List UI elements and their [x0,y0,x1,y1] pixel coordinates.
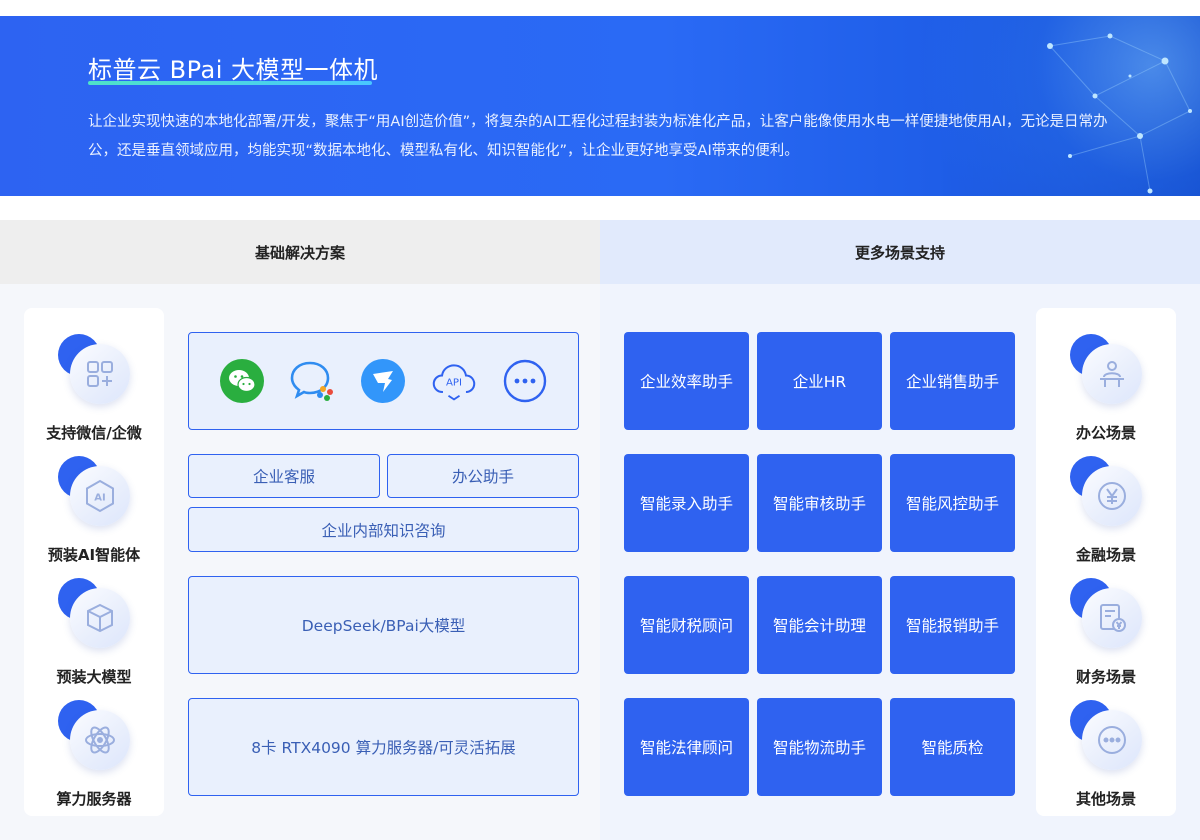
network-decoration [1047,33,1192,194]
scenario-tile[interactable]: 智能物流助手 [757,698,882,796]
feature-label: 预装大模型 [56,668,132,686]
cube-icon [70,588,130,648]
scenario-tile[interactable]: 智能财税顾问 [624,576,749,674]
scene-office: 办公场景 [1036,322,1176,442]
apps-icon [70,344,130,404]
office-assistant-box[interactable]: 办公助手 [387,454,579,498]
scene-label: 办公场景 [1075,424,1136,442]
hero-banner: 标普云 BPai 大模型一体机 让企业实现快速的本地化部署/开发，聚焦于“用AI… [0,16,1200,196]
scenario-tile[interactable]: 智能质检 [890,698,1015,796]
scene-label: 财务场景 [1075,668,1136,686]
scenario-tile[interactable]: 智能法律顾问 [624,698,749,796]
scenario-tile[interactable]: 智能审核助手 [757,454,882,552]
feature-compute-server: 算力服务器 [24,688,164,808]
feature-preinstalled-model: 预装大模型 [24,566,164,686]
scene-label: 其他场景 [1075,790,1136,808]
wecom-icon[interactable] [290,358,336,404]
dingtalk-icon[interactable] [360,358,406,404]
feature-label: 算力服务器 [56,790,132,808]
scenario-tile[interactable]: 智能风控助手 [890,454,1015,552]
scene-label: 金融场景 [1075,546,1136,564]
customer-service-box[interactable]: 企业客服 [188,454,380,498]
compute-server-box[interactable]: 8卡 RTX4090 算力服务器/可灵活拓展 [188,698,579,796]
scene-list: 办公场景 金融场景 财务场景 其他场景 [1036,308,1176,816]
feature-label: 支持微信/企微 [46,424,142,442]
scenario-tile[interactable]: 企业效率助手 [624,332,749,430]
knowledge-consulting-box[interactable]: 企业内部知识咨询 [188,507,579,552]
api-cloud-icon[interactable]: API [431,358,477,404]
yuan-icon [1082,466,1142,526]
atom-icon [70,710,130,770]
scenario-tile[interactable]: 智能报销助手 [890,576,1015,674]
more-icon [1082,710,1142,770]
model-box[interactable]: DeepSeek/BPai大模型 [188,576,579,674]
scenario-tile[interactable]: 智能录入助手 [624,454,749,552]
office-icon [1082,344,1142,404]
more-icon[interactable] [502,358,548,404]
svg-text:API: API [446,378,462,389]
feature-list: 支持微信/企微 AI 预装AI智能体 预装大模型 算力服务器 [24,308,164,816]
feature-ai-agent: AI 预装AI智能体 [24,444,164,564]
scenario-tile[interactable]: 企业销售助手 [890,332,1015,430]
basic-solution-header: 基础解决方案 [0,220,600,284]
banner-title: 标普云 BPai 大模型一体机 [88,56,378,84]
scene-accounting: 财务场景 [1036,566,1176,686]
more-scenarios-panel: 更多场景支持 企业效率助手 企业HR 企业销售助手 智能录入助手 智能审核助手 … [600,220,1200,840]
feature-label: 预装AI智能体 [47,546,141,564]
scenario-tile[interactable]: 智能会计助理 [757,576,882,674]
app-integrations: API [188,332,579,430]
ai-icon: AI [70,466,130,526]
scenario-tile[interactable]: 企业HR [757,332,882,430]
svg-text:AI: AI [94,493,105,504]
finance-doc-icon [1082,588,1142,648]
scene-finance: 金融场景 [1036,444,1176,564]
feature-wechat-support: 支持微信/企微 [24,322,164,442]
title-underline [88,81,372,85]
banner-description: 让企业实现快速的本地化部署/开发，聚焦于“用AI创造价值”，将复杂的AI工程化过… [88,114,1108,159]
scene-other: 其他场景 [1036,688,1176,808]
wechat-icon[interactable] [219,358,265,404]
basic-solution-panel: 基础解决方案 支持微信/企微 AI 预装AI智能体 预装大模型 算力服务器 AP… [0,220,600,840]
more-scenarios-header: 更多场景支持 [600,220,1200,284]
